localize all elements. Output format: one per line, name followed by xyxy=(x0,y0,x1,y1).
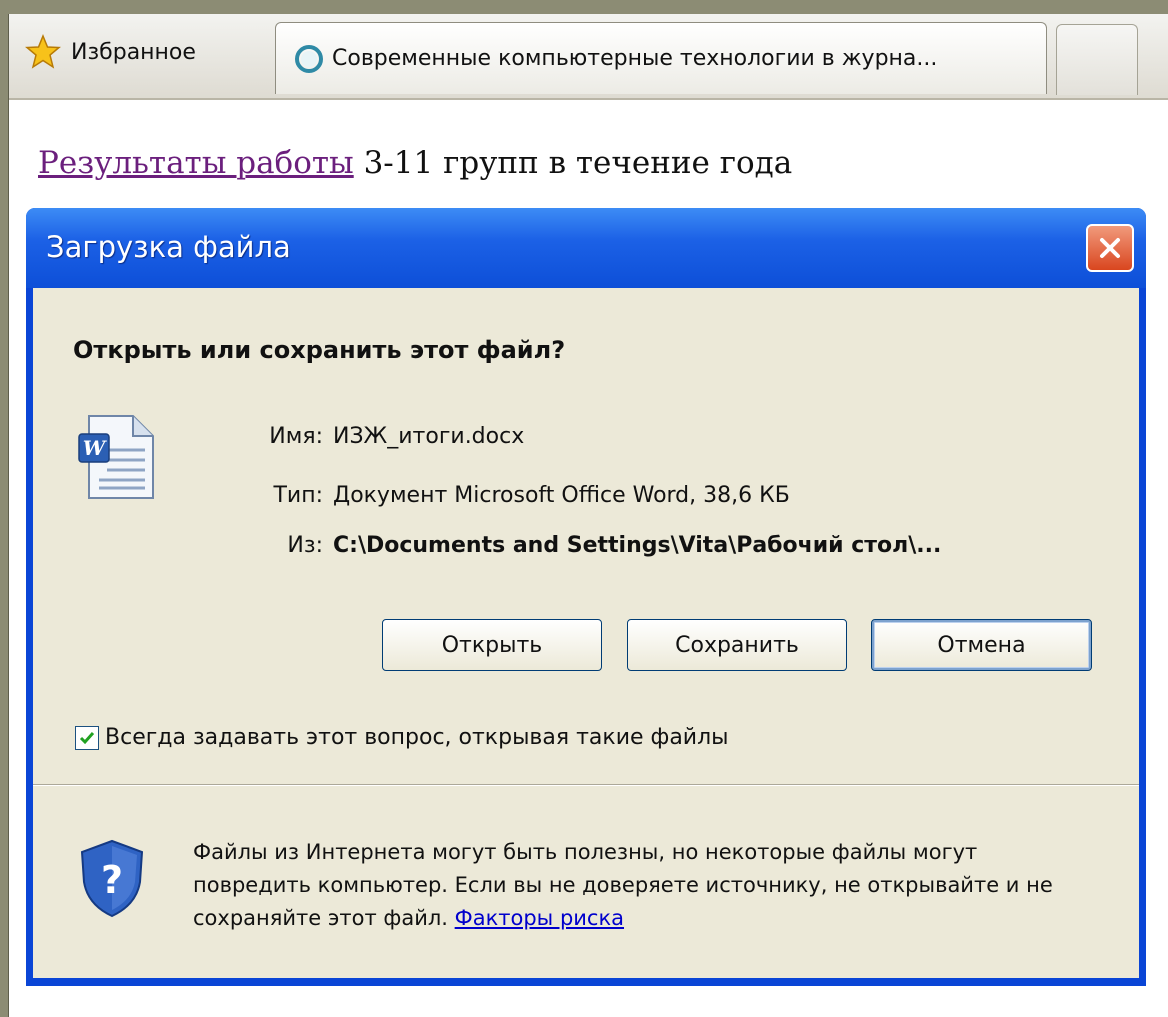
cancel-button[interactable]: Отмена xyxy=(871,619,1092,671)
dialog-divider xyxy=(33,784,1139,786)
tab-bar: Избранное Современные компьютерные техно… xyxy=(9,14,1168,100)
security-warning: Файлы из Интернета могут быть полезны, н… xyxy=(193,836,1093,935)
file-name-value: ИЗЖ_итоги.docx xyxy=(333,424,525,449)
browser-frame-left xyxy=(0,14,9,1017)
dialog-body: Открыть или сохранить этот файл? W Имя: … xyxy=(33,288,1139,978)
svg-text:W: W xyxy=(83,436,108,460)
star-icon xyxy=(25,34,61,69)
tab-active[interactable]: Современные компьютерные технологии в жу… xyxy=(275,22,1047,94)
file-source-value: C:\Documents and Settings\Vita\Рабочий с… xyxy=(333,533,942,558)
risk-factors-link[interactable]: Факторы риска xyxy=(455,906,624,930)
word-document-icon: W xyxy=(78,415,154,499)
always-ask-row[interactable]: Всегда задавать этот вопрос, открывая та… xyxy=(75,725,729,750)
file-download-dialog: Загрузка файла Открыть или сохранить это… xyxy=(26,208,1146,986)
dialog-question: Открыть или сохранить этот файл? xyxy=(73,336,566,364)
svg-text:?: ? xyxy=(101,858,123,902)
favorites-label: Избранное xyxy=(71,39,196,65)
page-heading-rest: 3-11 групп в течение года xyxy=(353,145,793,181)
page-loading-icon xyxy=(295,44,323,73)
page-heading: Результаты работы 3-11 групп в течение г… xyxy=(38,145,792,181)
dialog-title: Загрузка файла xyxy=(46,230,291,264)
save-button[interactable]: Сохранить xyxy=(627,619,847,671)
shield-question-icon: ? xyxy=(80,839,144,918)
file-type-value: Документ Microsoft Office Word, 38,6 КБ xyxy=(333,483,790,508)
favorites-button[interactable]: Избранное xyxy=(9,20,196,84)
browser-frame-top xyxy=(0,0,1168,14)
results-link[interactable]: Результаты работы xyxy=(38,145,354,181)
always-ask-checkbox[interactable] xyxy=(75,725,99,750)
close-button[interactable] xyxy=(1086,224,1134,272)
close-icon xyxy=(1100,238,1120,258)
checkmark-icon xyxy=(79,731,95,744)
new-tab-button[interactable] xyxy=(1056,24,1138,95)
file-type-label: Тип: xyxy=(273,483,323,508)
file-name-label: Имя: xyxy=(269,424,323,449)
dialog-titlebar[interactable]: Загрузка файла xyxy=(26,208,1146,288)
open-button[interactable]: Открыть xyxy=(382,619,602,671)
tab-title: Современные компьютерные технологии в жу… xyxy=(332,46,938,71)
always-ask-label: Всегда задавать этот вопрос, открывая та… xyxy=(105,725,729,750)
file-source-label: Из: xyxy=(287,533,323,558)
